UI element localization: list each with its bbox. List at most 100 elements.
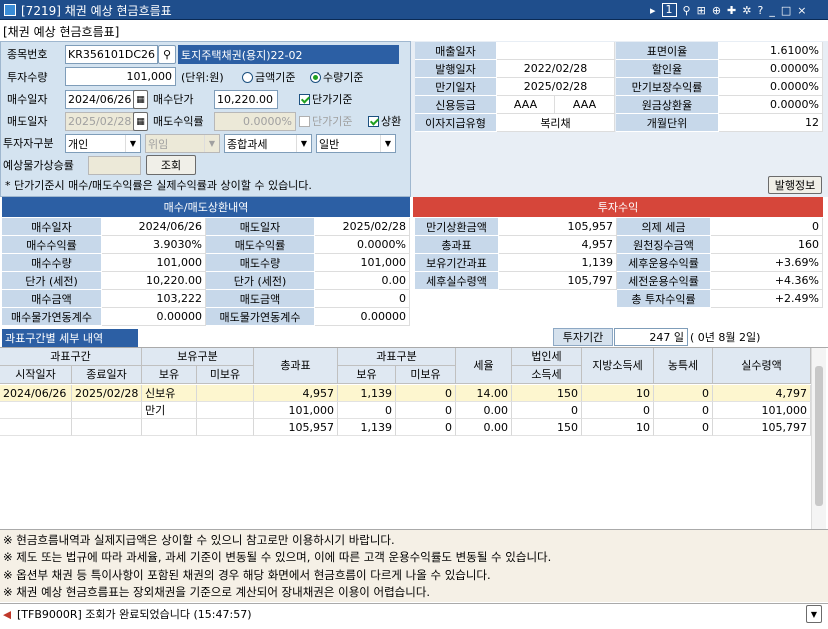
bond-info-label: 만기보장수익률 [616,78,719,96]
table-cell: 14.00 [456,385,512,402]
table-cell: 105,957 [254,419,338,436]
trade-value: 2024/06/26 [102,218,206,236]
header-total-base: 총과표 [254,348,338,384]
header-nonhold: 미보유 [197,366,254,384]
pin-icon[interactable]: ✚ [727,4,736,17]
invest-value: 105,797 [499,272,617,290]
header-hold2: 보유 [338,366,396,384]
invest-value: 105,957 [499,218,617,236]
add-icon[interactable]: ⊞ [697,4,706,17]
period-label: 투자기간 [553,328,613,346]
bond-info-label: 할인율 [616,60,719,78]
table-cell: 0 [512,402,582,419]
table-cell: 0 [582,402,654,419]
invest-value: 0 [711,218,823,236]
search-icon[interactable]: ⚲ [158,45,176,64]
header-start-date: 시작일자 [0,366,72,384]
sell-yield-input: 0.0000% [214,112,296,131]
status-text: [TFB9000R] 조회가 완료되었습니다 (15:47:57) [17,608,252,621]
table-cell: 0 [396,402,456,419]
qty-radio-icon[interactable] [310,71,321,83]
amount-radio[interactable]: 금액기준 [242,67,295,87]
issue-info-button[interactable]: 발행정보 [768,176,822,194]
table-cell: 0 [654,385,713,402]
table-cell [142,419,197,436]
invest-panel-title: 투자수익 [413,197,823,217]
check-icon [299,115,310,127]
investor-select[interactable]: 개인 ▼ [65,134,141,153]
close-icon[interactable]: × [797,4,806,17]
table-cell: 150 [512,419,582,436]
search-icon[interactable]: ⚲ [683,4,691,17]
scroll-thumb[interactable] [815,366,823,506]
code-input[interactable]: KR356101DC26 [65,45,158,64]
invest-value: 4,957 [499,236,617,254]
qty-radio[interactable]: 수량기준 [310,67,363,87]
trade-label: 매수일자 [2,218,102,236]
invest-label: 세후실수령액 [415,272,499,290]
redeem-checkbox[interactable]: 상환 [368,111,401,131]
note-line: ※ 옵션부 채권 등 특이사항이 포함된 채권의 경우 해당 화면에서 현금흐름… [3,567,491,582]
kind-select[interactable]: 일반 ▼ [316,134,396,153]
table-cell: 4,957 [254,385,338,402]
table-cell [197,385,254,402]
trade-value: 10,220.00 [102,272,206,290]
trade-panel-title: 매수/매도상환내역 [2,197,410,217]
table-cell [197,402,254,419]
bond-info-label: 발행일자 [415,60,497,78]
amount-radio-icon[interactable] [242,71,253,83]
header-end-date: 종료일자 [72,366,142,384]
chevron-down-icon[interactable]: ▼ [380,135,395,152]
sell-yield-label: 매도수익률 [153,115,204,128]
tax-type-select[interactable]: 종합과세 ▼ [224,134,312,153]
header-nonhold2: 미보유 [396,366,456,384]
header-tax-range: 과표구간 [0,348,142,366]
period-text: ( 0년 8월 2일) [690,331,761,344]
chevron-down-icon[interactable]: ▼ [296,135,311,152]
note-line: ※ 채권 예상 현금흐름표는 장외채권을 기준으로 계산되어 장내채권은 이용이… [3,585,431,599]
minimize-icon[interactable]: _ [769,4,775,17]
qty-unit: (단위:원) [181,71,224,84]
table-cell: 0.00 [456,402,512,419]
table-cell [197,419,254,436]
header-corp-tax: 법인세 [512,348,582,366]
invest-label: 의제 세금 [617,218,711,236]
header-rate: 세율 [456,348,512,384]
settings-icon[interactable]: ✲ [742,4,751,17]
qty-input[interactable]: 101,000 [65,67,176,86]
trade-label: 단가 (세전) [206,272,315,290]
trade-label: 매도수량 [206,254,315,272]
help-icon[interactable]: ? [757,4,763,17]
header-hold: 보유 [142,366,197,384]
calendar-icon[interactable]: ▦ [133,90,148,109]
app-icon [0,0,20,20]
code-name: 토지주택채권(용지)22-02 [178,45,399,64]
status-dropdown[interactable]: ▼ [806,605,822,623]
search-button[interactable]: 조회 [146,155,196,175]
tab-detail[interactable]: 과표구간별 세부 내역 [2,329,138,347]
prev-icon[interactable]: ▸ [650,4,656,17]
page-number[interactable]: 1 [661,3,677,17]
bond-info-label: 신용등급 [415,96,497,114]
trade-label: 매도일자 [206,218,315,236]
buy-date-input[interactable]: 2024/06/26 [65,90,134,109]
bond-info-value: AAA [555,96,615,114]
maximize-icon[interactable]: □ [781,4,791,17]
invest-value: 160 [711,236,823,254]
check-icon[interactable] [299,93,310,105]
scrollbar[interactable] [811,348,826,529]
trade-value: 0 [315,290,410,308]
table-cell: 2025/02/28 [72,385,142,402]
invest-label: 만기상환금액 [415,218,499,236]
trade-label: 매수수익률 [2,236,102,254]
bond-info-value: 2025/02/28 [497,78,615,96]
table-cell: 101,000 [254,402,338,419]
trade-label: 매수금액 [2,290,102,308]
zoom-icon[interactable]: ⊕ [712,4,721,17]
qty-label: 투자수량 [7,71,48,84]
buy-price-input[interactable]: 10,220.00 [214,90,278,109]
unit-price-checkbox[interactable]: 단가기준 [299,89,352,109]
chevron-down-icon[interactable]: ▼ [125,135,140,152]
table-cell: 105,797 [713,419,811,436]
check-icon[interactable] [368,115,379,127]
